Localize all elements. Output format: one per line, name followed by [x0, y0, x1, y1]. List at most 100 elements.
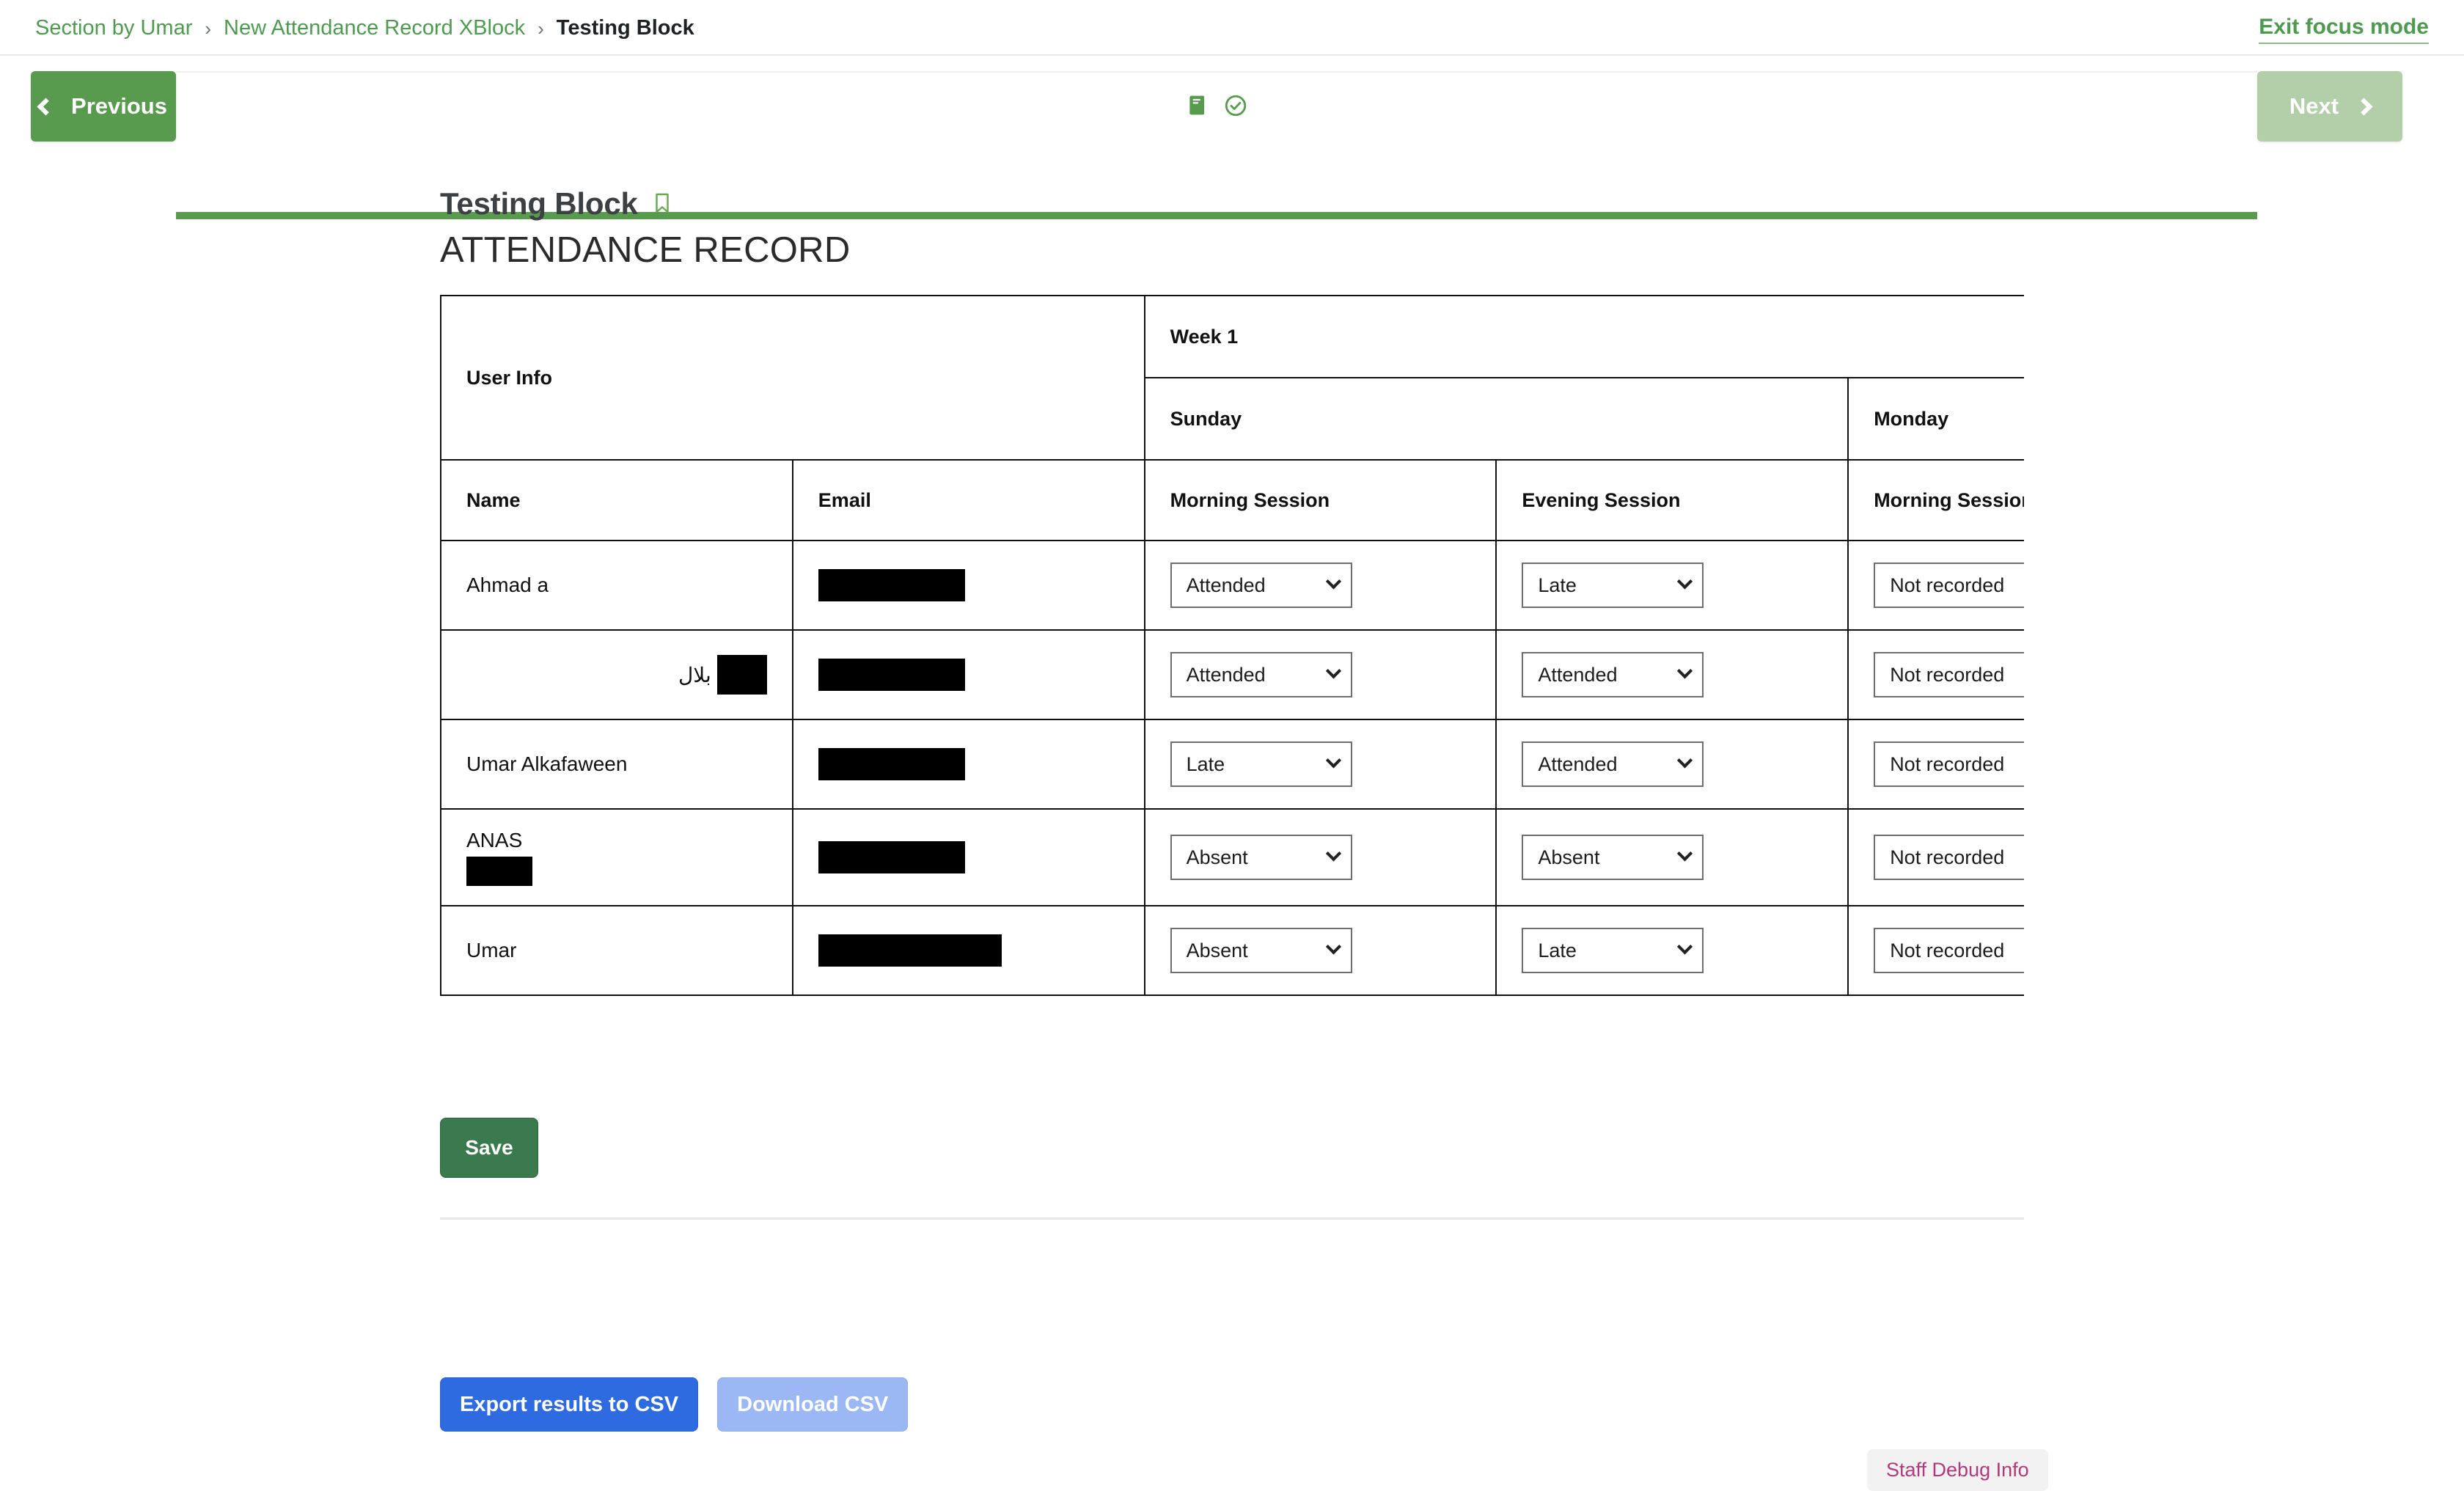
attendance-table: User Info Week 1 Week 2 Sunday Monday Su…	[440, 295, 2024, 996]
cell-name: Ahmad a	[440, 540, 793, 631]
cell-email	[791, 629, 1145, 720]
student-name: Umar Alkafaween	[466, 752, 628, 775]
cell-session: Late	[1143, 719, 1497, 810]
chevron-down-icon	[1325, 662, 1341, 678]
session-status-value: Attended	[1186, 663, 1266, 686]
book-icon	[1185, 93, 1210, 122]
session-status-select[interactable]: Not recorded	[1874, 652, 2024, 697]
next-button[interactable]: Next	[2257, 71, 2402, 142]
breadcrumb-item-current: Testing Block	[556, 16, 694, 40]
session-status-select[interactable]: Not recorded	[1874, 741, 2024, 787]
chevron-down-icon	[1325, 845, 1341, 861]
export-results-to-csv-button[interactable]: Export results to CSV	[440, 1377, 699, 1432]
chevron-down-icon	[1677, 662, 1693, 678]
session-status-select[interactable]: Absent	[1522, 835, 1704, 880]
cell-session: Not recorded	[1847, 540, 2024, 631]
session-status-value: Absent	[1538, 846, 1600, 868]
exit-focus-mode-link[interactable]: Exit focus mode	[2259, 15, 2429, 44]
redaction-bar	[716, 655, 767, 695]
table-row: Umar AlkafaweenLateAttendedNot recordedN…	[440, 719, 2024, 810]
breadcrumb-item-section[interactable]: Section by Umar	[35, 16, 192, 40]
chevron-down-icon	[1325, 752, 1341, 768]
staff-debug-info-button[interactable]: Staff Debug Info	[1867, 1449, 2048, 1491]
section-divider	[440, 1217, 2024, 1220]
bookmark-button[interactable]	[653, 192, 672, 216]
header-w1-sun-morning: Morning Session	[1143, 459, 1497, 541]
chevron-down-icon	[1677, 573, 1693, 589]
cell-email	[791, 905, 1145, 996]
cell-name: ANAS	[440, 808, 793, 906]
session-status-select[interactable]: Late	[1522, 563, 1704, 608]
chevron-down-icon	[1677, 938, 1693, 954]
csv-actions: Export results to CSV Download CSV	[440, 1377, 909, 1432]
page-title: Testing Block	[440, 186, 638, 221]
cell-name: Umar	[440, 905, 793, 996]
table-row: بلالAttendedAttendedNot recordedNot reco…	[440, 629, 2024, 720]
session-status-value: Attended	[1186, 574, 1266, 596]
redaction-bar	[818, 748, 965, 780]
session-status-value: Absent	[1186, 846, 1248, 868]
header-name: Name	[440, 459, 793, 541]
session-status-select[interactable]: Absent	[1170, 835, 1352, 880]
header-w1-sun-evening: Evening Session	[1495, 459, 1849, 541]
session-status-value: Not recorded	[1890, 846, 2005, 868]
redaction-bar	[818, 934, 1002, 967]
header-email: Email	[791, 459, 1145, 541]
session-status-value: Late	[1538, 574, 1577, 596]
cell-session: Attended	[1143, 540, 1497, 631]
session-status-value: Not recorded	[1890, 574, 2005, 596]
redaction-bar	[466, 857, 532, 886]
header-week-1: Week 1	[1143, 295, 2024, 378]
cell-session: Attended	[1495, 719, 1849, 810]
session-status-select[interactable]: Not recorded	[1874, 835, 2024, 880]
redaction-bar	[818, 569, 965, 601]
cell-email	[791, 540, 1145, 631]
session-status-select[interactable]: Attended	[1170, 563, 1352, 608]
header-week1-monday: Monday	[1847, 377, 2024, 461]
breadcrumb-bar: Section by Umar › New Attendance Record …	[0, 0, 2464, 56]
header-week1-sunday: Sunday	[1143, 377, 1849, 461]
table-header-column-row: Name Email Morning Session Evening Sessi…	[440, 459, 2024, 541]
attendance-record-heading: ATTENDANCE RECORD	[440, 230, 851, 270]
redaction-bar	[818, 841, 965, 873]
cell-session: Not recorded	[1847, 905, 2024, 996]
table-header-week-row: User Info Week 1 Week 2	[440, 295, 2024, 461]
cell-session: Attended	[1495, 629, 1849, 720]
student-name: Umar	[466, 939, 517, 961]
redaction-bar	[818, 659, 965, 691]
download-csv-button[interactable]: Download CSV	[717, 1377, 909, 1432]
cell-session: Absent	[1143, 905, 1497, 996]
cell-session: Absent	[1143, 808, 1497, 906]
previous-button[interactable]: Previous	[31, 71, 176, 142]
table-row: ANASAbsentAbsentNot recordedNot recorded…	[440, 808, 2024, 906]
session-status-select[interactable]: Not recorded	[1874, 928, 2024, 973]
session-status-value: Late	[1186, 752, 1225, 775]
header-user-info: User Info	[440, 295, 1145, 461]
table-row: UmarAbsentLateNot recordedNot recordedNo…	[440, 905, 2024, 996]
session-status-select[interactable]: Absent	[1170, 928, 1352, 973]
session-status-select[interactable]: Late	[1170, 741, 1352, 787]
attendance-table-scroll[interactable]: User Info Week 1 Week 2 Sunday Monday Su…	[440, 295, 2024, 1103]
breadcrumb: Section by Umar › New Attendance Record …	[35, 16, 694, 40]
session-status-select[interactable]: Late	[1522, 928, 1704, 973]
student-name: ANAS	[466, 829, 523, 851]
unit-icon-strip	[176, 71, 2257, 142]
sequence-navigation: Previous Next	[0, 71, 2464, 219]
chevron-left-icon	[37, 97, 55, 116]
chevron-down-icon	[1325, 573, 1341, 589]
cell-email	[791, 719, 1145, 810]
cell-session: Attended	[1143, 629, 1497, 720]
save-button[interactable]: Save	[440, 1118, 538, 1178]
cell-session: Late	[1495, 905, 1849, 996]
session-status-select[interactable]: Attended	[1170, 652, 1352, 697]
session-status-value: Not recorded	[1890, 663, 2005, 686]
session-status-select[interactable]: Attended	[1522, 652, 1704, 697]
session-status-select[interactable]: Attended	[1522, 741, 1704, 787]
session-status-value: Not recorded	[1890, 752, 2005, 775]
cell-session: Not recorded	[1847, 629, 2024, 720]
session-status-value: Attended	[1538, 663, 1618, 686]
student-name: Ahmad a	[466, 574, 549, 596]
session-status-select[interactable]: Not recorded	[1874, 563, 2024, 608]
breadcrumb-item-subsection[interactable]: New Attendance Record XBlock	[224, 16, 525, 40]
chevron-down-icon	[1677, 845, 1693, 861]
